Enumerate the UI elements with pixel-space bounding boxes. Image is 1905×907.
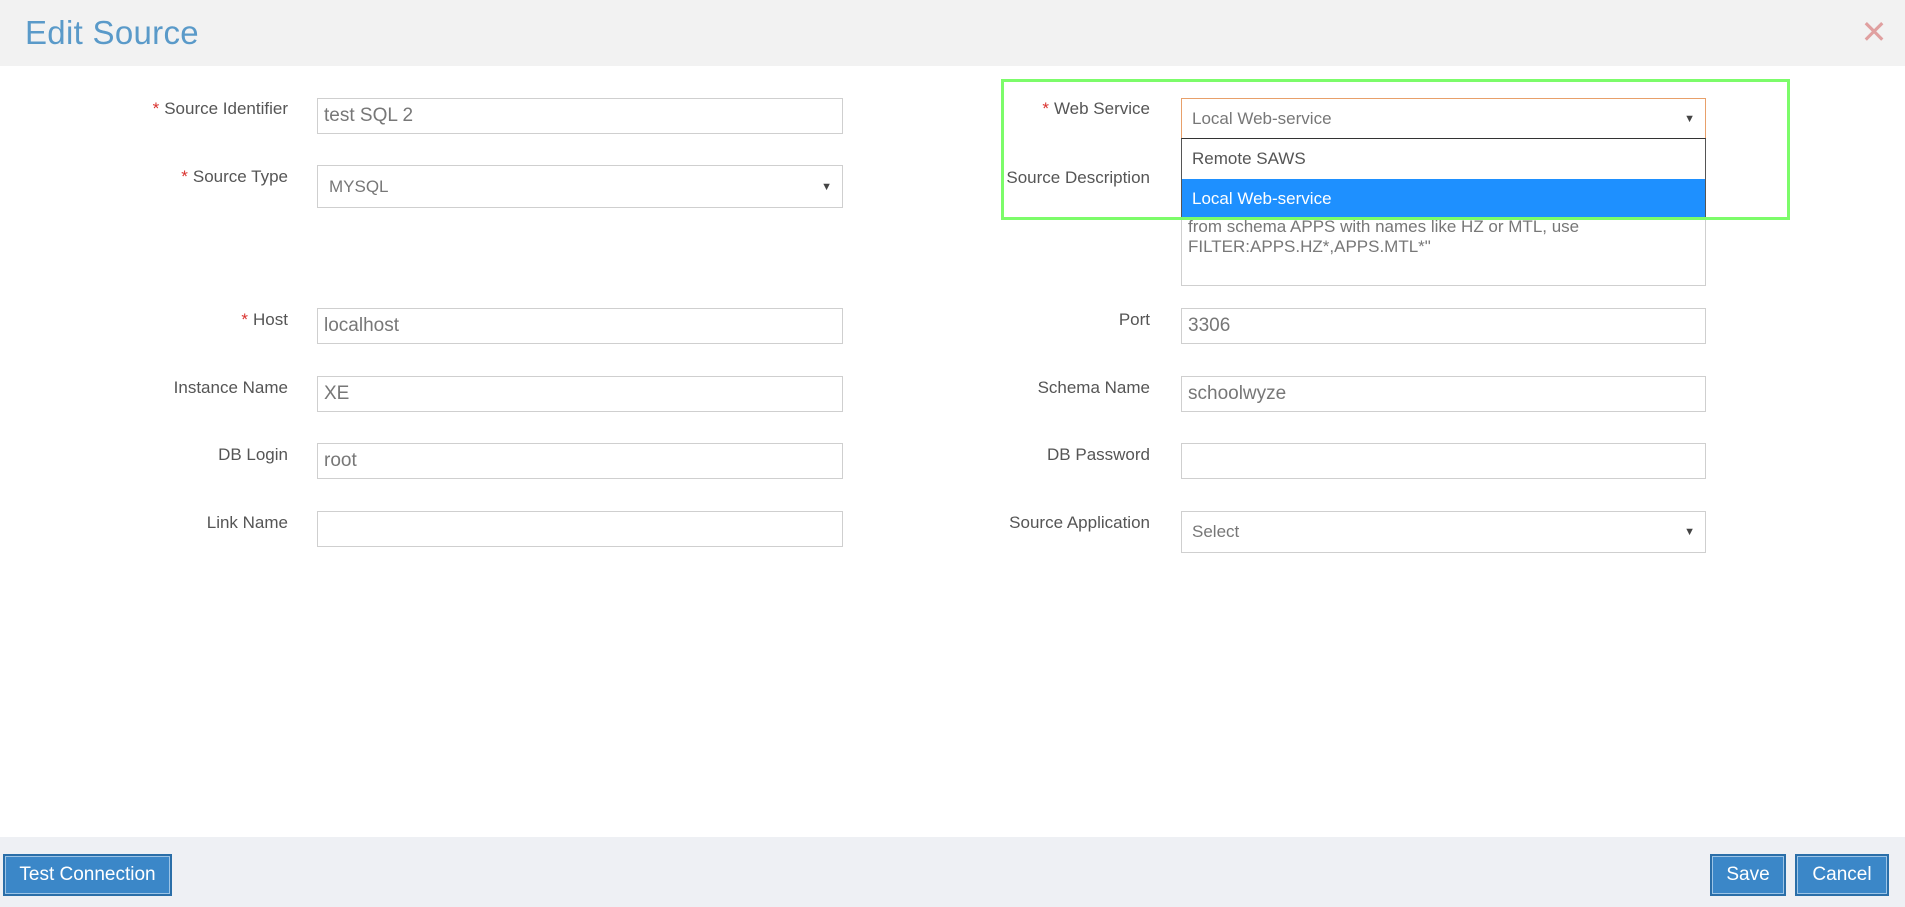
close-icon[interactable]: ✕ bbox=[1859, 14, 1889, 50]
description-line: from schema APPS with names like HZ or M… bbox=[1188, 217, 1580, 236]
db-password-label: DB Password bbox=[1047, 445, 1150, 464]
chevron-down-icon: ▼ bbox=[821, 180, 832, 193]
cancel-button[interactable]: Cancel bbox=[1795, 854, 1889, 896]
source-application-label: Source Application bbox=[1009, 513, 1150, 532]
dropdown-option-local-web-service[interactable]: Local Web-service bbox=[1182, 179, 1705, 219]
chevron-down-icon: ▼ bbox=[1684, 112, 1695, 125]
chevron-down-icon: ▼ bbox=[1684, 526, 1695, 538]
link-name-input[interactable] bbox=[317, 511, 843, 547]
source-identifier-input[interactable]: test SQL 2 bbox=[317, 98, 843, 134]
dialog-footer: Test Connection Save Cancel bbox=[0, 837, 1905, 907]
source-type-select[interactable]: MYSQL ▼ bbox=[317, 165, 843, 208]
test-connection-button[interactable]: Test Connection bbox=[3, 854, 172, 896]
db-login-input[interactable]: root bbox=[317, 443, 843, 479]
required-marker: * bbox=[181, 167, 188, 186]
link-name-label: Link Name bbox=[206, 513, 288, 532]
required-marker: * bbox=[241, 310, 249, 329]
db-password-input[interactable] bbox=[1181, 443, 1706, 479]
web-service-label: * Web Service bbox=[1042, 99, 1150, 118]
port-input[interactable]: 3306 bbox=[1181, 308, 1706, 344]
schema-name-label: Schema Name bbox=[1037, 378, 1150, 397]
source-type-label: * Source Type bbox=[181, 167, 288, 186]
instance-name-input[interactable]: XE bbox=[317, 376, 843, 412]
db-login-label: DB Login bbox=[218, 445, 288, 464]
dialog-header: Edit Source ✕ bbox=[0, 0, 1905, 66]
save-button[interactable]: Save bbox=[1710, 854, 1786, 896]
source-description-label: Source Description bbox=[1006, 168, 1150, 187]
dropdown-option-remote-saws[interactable]: Remote SAWS bbox=[1182, 139, 1705, 179]
dialog-title: Edit Source bbox=[25, 14, 199, 51]
host-label: * Host bbox=[241, 310, 288, 329]
description-line: FILTER:APPS.HZ*,APPS.MTL*" bbox=[1188, 237, 1431, 256]
source-identifier-label: * Source Identifier bbox=[152, 99, 288, 118]
host-input[interactable]: localhost bbox=[317, 308, 843, 344]
required-marker: * bbox=[1042, 99, 1049, 118]
instance-name-label: Instance Name bbox=[173, 378, 288, 397]
schema-name-input[interactable]: schoolwyze bbox=[1181, 376, 1706, 412]
web-service-select[interactable]: Local Web-service ▼ bbox=[1181, 98, 1706, 139]
required-marker: * bbox=[152, 99, 160, 118]
web-service-dropdown: Remote SAWS Local Web-service bbox=[1181, 138, 1706, 220]
port-label: Port bbox=[1118, 310, 1150, 329]
source-application-select[interactable]: Select ▼ bbox=[1181, 511, 1706, 553]
